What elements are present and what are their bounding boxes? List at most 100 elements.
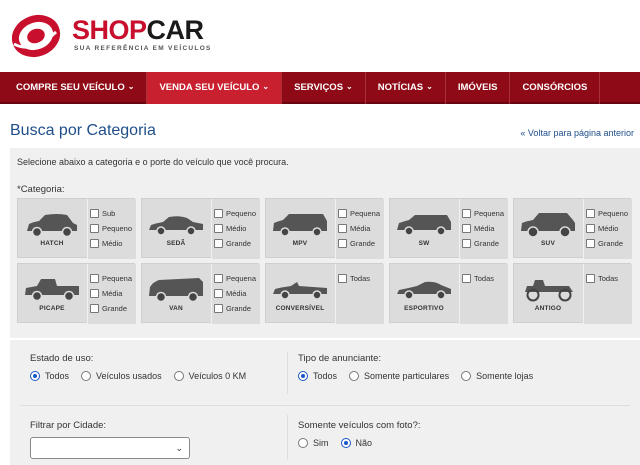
size-option[interactable]: Pequeno [584,206,632,221]
radio-button[interactable] [461,371,472,381]
nav-item[interactable]: NOTÍCIAS ⌄ [366,72,446,104]
size-option[interactable]: Médio [88,236,136,251]
size-options: Todas [583,264,632,324]
size-checkbox[interactable] [586,224,595,233]
anunciante-radio-option[interactable]: Todos [298,371,337,381]
size-option[interactable]: Médio [212,221,260,236]
size-checkbox[interactable] [214,209,223,218]
estado-radio-option[interactable]: Todos [30,371,69,381]
size-checkbox[interactable] [462,209,471,218]
size-option[interactable]: Média [88,286,136,301]
sports-car-icon [397,281,451,300]
size-option[interactable]: Pequena [212,271,260,286]
size-checkbox[interactable] [462,274,471,283]
radio-label: Veículos usados [96,371,162,381]
size-checkbox[interactable] [586,239,595,248]
size-checkbox[interactable] [90,209,99,218]
radio-button[interactable] [30,371,40,381]
category-picture[interactable]: SUV [514,199,582,259]
size-checkbox[interactable] [90,224,99,233]
size-option[interactable]: Grande [212,301,260,316]
nav-item[interactable]: IMÓVEIS [446,72,511,104]
size-option[interactable]: Sub [88,206,136,221]
size-checkbox[interactable] [338,224,347,233]
size-checkbox[interactable] [214,304,223,313]
divider [287,415,288,460]
foto-radio-option[interactable]: Sim [298,438,329,448]
size-checkbox[interactable] [214,274,223,283]
nav-item[interactable]: SERVIÇOS ⌄ [282,72,366,104]
anunciante-radio-option[interactable]: Somente lojas [461,371,533,381]
category-picture[interactable]: SW [390,199,458,259]
divider [20,405,630,406]
size-checkbox[interactable] [338,239,347,248]
size-option-label: Grande [102,304,128,313]
size-option[interactable]: Grande [212,236,260,251]
size-checkbox[interactable] [214,224,223,233]
size-option[interactable]: Pequena [460,206,508,221]
size-option[interactable]: Todas [460,271,508,286]
size-option-label: Médio [102,239,123,248]
size-checkbox[interactable] [90,274,99,283]
size-option[interactable]: Médio [584,221,632,236]
radio-button[interactable] [298,438,308,448]
foto-radio-option[interactable]: Não [340,438,372,448]
category-picture[interactable]: SEDÃ [142,199,210,259]
size-option-label: Médio [226,224,247,233]
estado-radio-option[interactable]: Veículos 0 KM [173,371,247,381]
category-picture[interactable]: VAN [142,264,210,324]
nav-item[interactable]: CONSÓRCIOS [510,72,601,104]
size-checkbox[interactable] [90,239,99,248]
size-checkbox[interactable] [214,289,223,298]
size-option[interactable]: Média [460,221,508,236]
size-option-label: Média [102,289,123,298]
radio-button[interactable] [349,371,360,381]
category-picture[interactable]: MPV [266,199,334,259]
size-checkbox[interactable] [338,274,347,283]
category-name: SEDÃ [166,240,186,247]
category-card: MPV Pequena Média Grande [265,198,384,259]
size-option[interactable]: Pequeno [88,221,136,236]
category-picture[interactable]: HATCH [18,199,86,259]
size-checkbox[interactable] [338,209,347,218]
cidade-select[interactable]: ⌄ [30,437,190,459]
shopcar-logo[interactable]: SHOPCAR SUA REFERÊNCIA EM VEÍCULOS [12,8,210,60]
size-checkbox[interactable] [586,274,595,283]
nav-item[interactable]: COMPRE SEU VEÍCULO ⌄ [0,72,148,104]
radio-button[interactable] [298,371,308,381]
category-picture[interactable]: ESPORTIVO [390,264,458,324]
radio-button[interactable] [340,438,351,448]
size-option[interactable]: Média [212,286,260,301]
size-checkbox[interactable] [214,239,223,248]
size-option[interactable]: Grande [460,236,508,251]
size-option[interactable]: Todas [584,271,632,286]
size-checkbox[interactable] [90,304,99,313]
anunciante-radio-option[interactable]: Somente particulares [349,371,449,381]
estado-radio-option[interactable]: Veículos usados [81,371,162,381]
van-icon [149,278,203,302]
nav-item[interactable]: VENDA SEU VEÍCULO ⌄ [147,72,283,104]
size-checkbox[interactable] [586,209,595,218]
size-option[interactable]: Pequena [88,271,136,286]
size-options: Pequena Média Grande [87,264,136,324]
size-option[interactable]: Grande [336,236,384,251]
size-checkbox[interactable] [462,224,471,233]
back-link[interactable]: « Voltar para página anterior [520,128,634,138]
radio-button[interactable] [81,371,92,381]
size-option[interactable]: Média [336,221,384,236]
size-option[interactable]: Grande [584,236,632,251]
size-checkbox[interactable] [90,289,99,298]
size-option[interactable]: Pequena [336,206,384,221]
estado-radios: Todos Veículos usados Veículos 0 KM [30,371,258,381]
radio-label: Veículos 0 KM [188,371,247,381]
size-option[interactable]: Todas [336,271,384,286]
size-option-label: Médio [598,224,619,233]
chevron-down-icon: ⌄ [262,82,270,91]
category-picture[interactable]: ANTIGO [514,264,582,324]
radio-button[interactable] [173,371,184,381]
category-picture[interactable]: PICAPE [18,264,86,324]
size-option[interactable]: Pequeno [212,206,260,221]
size-checkbox[interactable] [462,239,471,248]
category-picture[interactable]: CONVERSÍVEL [266,264,334,324]
size-option[interactable]: Grande [88,301,136,316]
